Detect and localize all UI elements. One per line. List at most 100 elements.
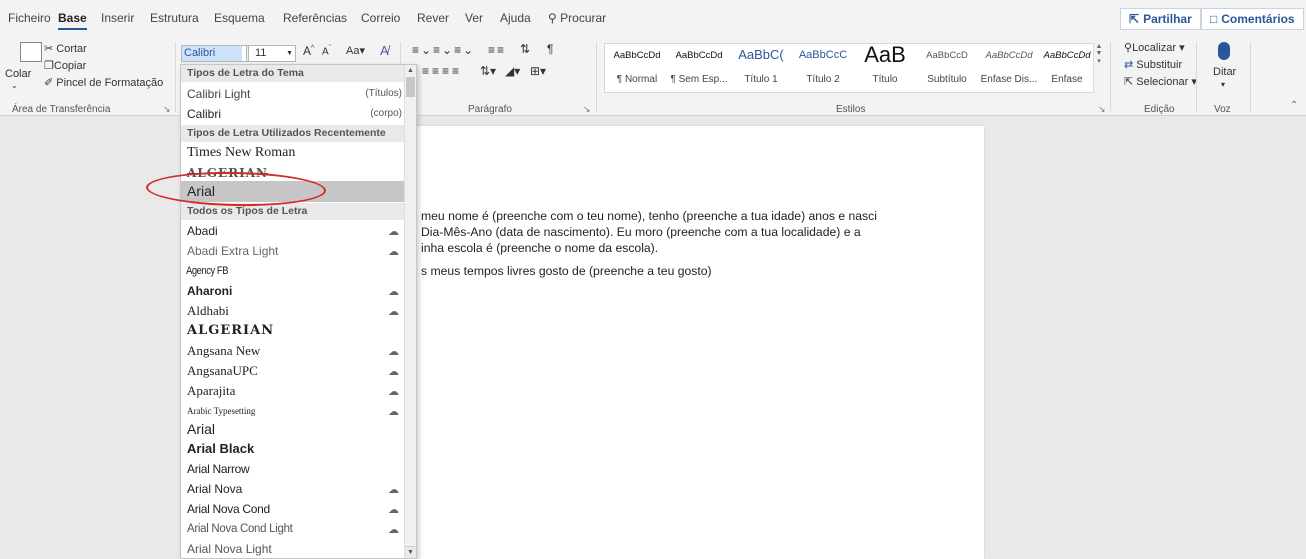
style-no-spacing[interactable]: AaBbCcDd ¶ Sem Esp... [669,44,729,92]
borders-icon[interactable]: ⊞▾ [530,64,546,78]
comments-label: Comentários [1221,12,1295,26]
scroll-thumb[interactable] [406,77,415,97]
font-option-arial-nova-cond-light[interactable]: Arial Nova Cond Light [181,519,406,539]
font-option-arial-narrow[interactable]: Arial Narrow [181,459,406,479]
styles-gallery[interactable]: AaBbCcDd ¶ Normal AaBbCcDd ¶ Sem Esp... … [604,42,1104,93]
change-case-button[interactable]: Aa▾ [346,44,365,57]
share-button[interactable]: ⇱ Partilhar [1120,8,1201,30]
document-line[interactable]: Dia-Mês-Ano (data de nascimento). Eu mor… [421,225,861,239]
font-option-aharoni[interactable]: Aharoni [181,281,406,301]
menu-inserir[interactable]: Inserir [101,11,134,25]
cloud-download-icon: ☁ [388,524,399,536]
font-option-angsana-new[interactable]: Angsana New [181,341,406,361]
microphone-icon[interactable] [1218,42,1230,60]
cut-button[interactable]: ✂ Cortar [44,42,87,55]
pilcrow-icon[interactable]: ¶ [547,42,553,56]
styles-group-label: Estilos [836,104,866,115]
style-heading-2[interactable]: AaBbCcC Título 2 [793,44,853,92]
font-option-calibri-light[interactable]: Calibri Light (Títulos) [181,84,406,104]
font-option-times-new-roman[interactable]: Times New Roman [181,143,406,165]
font-option-algerian[interactable]: ALGERIAN [181,321,406,341]
style-title[interactable]: AaB Título [855,42,915,92]
font-option-agency-fb[interactable]: Agency FB [181,261,372,281]
font-option-abadi[interactable]: Abadi [181,221,406,241]
font-option-aldhabi[interactable]: Aldhabi [181,301,406,321]
menu-ver[interactable]: Ver [465,11,483,25]
font-option-arial-nova[interactable]: Arial Nova [181,479,406,499]
font-dropdown[interactable]: Tipos de Letra do Tema Calibri Light (Tít… [180,64,417,559]
menu-referencias[interactable]: Referências [283,11,347,25]
paste-icon[interactable] [20,42,42,62]
share-label: Partilhar [1143,12,1192,26]
document-line[interactable]: s meus tempos livres gosto de (preenche … [421,264,712,278]
format-painter-button[interactable]: ✐ Pincel de Formatação [44,76,163,89]
copy-icon: ❐ [44,60,54,72]
font-option-arabic-typesetting[interactable]: Arabic Typesetting [181,401,406,421]
font-option-calibri[interactable]: Calibri (corpo) [181,104,406,124]
sort-icon[interactable]: ⇅ [520,42,530,56]
copy-button[interactable]: ❐Copiar [44,59,86,72]
menu-ajuda[interactable]: Ajuda [500,11,531,25]
grow-font-button[interactable]: A^ [303,44,314,58]
replace-button[interactable]: ⇄ Substituir [1124,58,1182,71]
cloud-download-icon: ☁ [388,226,399,238]
font-option-aparajita[interactable]: Aparajita [181,381,406,401]
scroll-down-icon[interactable]: ▼ [405,546,416,558]
dictate-button[interactable]: Ditar [1213,66,1236,78]
menu-base[interactable]: Base [58,11,87,30]
document-page[interactable] [322,126,984,559]
menu-esquema[interactable]: Esquema [214,11,265,25]
chevron-down-icon[interactable]: ▼ [286,46,293,61]
menu-estrutura[interactable]: Estrutura [150,11,199,25]
menu-correio[interactable]: Correio [361,11,400,25]
menu-rever[interactable]: Rever [417,11,449,25]
select-button[interactable]: ⇱ Selecionar ▾ [1124,75,1197,88]
document-line[interactable]: inha escola é (preenche o nome da escola… [421,241,658,255]
cloud-download-icon: ☁ [388,306,399,318]
document-line[interactable]: meu nome é (preenche com o teu nome), te… [421,209,877,223]
font-option-arial-nova-light[interactable]: Arial Nova Light [181,539,406,558]
style-emphasis[interactable]: AaBbCcDd Ênfase [1037,44,1097,92]
dictate-chevron-down-icon[interactable]: ▾ [1221,80,1225,89]
paste-button[interactable]: Colar [5,68,31,80]
paragraph-launcher-icon[interactable]: ↘ [583,104,591,115]
font-option-arial-nova-cond[interactable]: Arial Nova Cond [181,499,406,519]
cloud-download-icon: ☁ [388,484,399,496]
font-option-arial[interactable]: Arial [181,419,406,439]
styles-launcher-icon[interactable]: ↘ [1098,104,1106,115]
find-button[interactable]: ⚲Localizar ▾ [1124,41,1185,54]
style-normal[interactable]: AaBbCcDd ¶ Normal [607,44,667,92]
scroll-up-icon[interactable]: ▲ [405,65,416,77]
font-option-abadi-extra-light[interactable]: Abadi Extra Light [181,241,406,261]
clear-formatting-icon[interactable]: A̸ [380,43,389,58]
styles-gallery-scroll[interactable]: ▲ ▼ ▾ [1093,43,1104,93]
all-fonts-header: Todos os Tipos de Letra [181,203,406,220]
font-option-arial-black[interactable]: Arial Black [181,439,406,459]
comments-button[interactable]: □ Comentários [1201,8,1304,30]
font-size-value: 11 [255,47,267,59]
search-label: Procurar [560,11,607,25]
font-option-angsanaupc[interactable]: AngsanaUPC [181,361,406,381]
clipboard-launcher-icon[interactable]: ↘ [163,104,171,115]
style-heading-1[interactable]: AaBbC( Título 1 [731,44,791,92]
collapse-ribbon-icon[interactable]: ⌃ [1290,100,1298,111]
line-spacing-icon[interactable]: ⇅▾ [480,64,496,78]
paragraph-group-label: Parágrafo [468,104,512,115]
search-icon: ⚲ [1124,42,1133,54]
font-size-combo[interactable]: 11 ▼ [248,45,296,62]
shading-icon[interactable]: ◢▾ [505,64,520,78]
cloud-download-icon: ☁ [388,366,399,378]
paste-chevron-down-icon[interactable]: ⌄ [11,81,18,90]
replace-icon: ⇄ [1124,59,1134,71]
indent-buttons[interactable]: ≡≡ [488,43,506,57]
search-box[interactable]: ⚲ Procurar [548,11,606,25]
menu-ficheiro[interactable]: Ficheiro [8,11,51,25]
align-buttons[interactable]: ≡≡≡≡ [422,64,462,78]
comment-icon: □ [1210,12,1218,26]
shrink-font-button[interactable]: Aˇ [322,45,331,57]
style-subtitle[interactable]: AaBbCcD Subtítulo [917,44,977,92]
font-dropdown-scrollbar[interactable]: ▲ ▼ [404,65,416,558]
cloud-download-icon: ☁ [388,504,399,516]
list-buttons[interactable]: ≡⌄≡⌄≡⌄ [412,43,475,57]
style-subtle-emphasis[interactable]: AaBbCcDd Ênfase Dis... [979,44,1039,92]
